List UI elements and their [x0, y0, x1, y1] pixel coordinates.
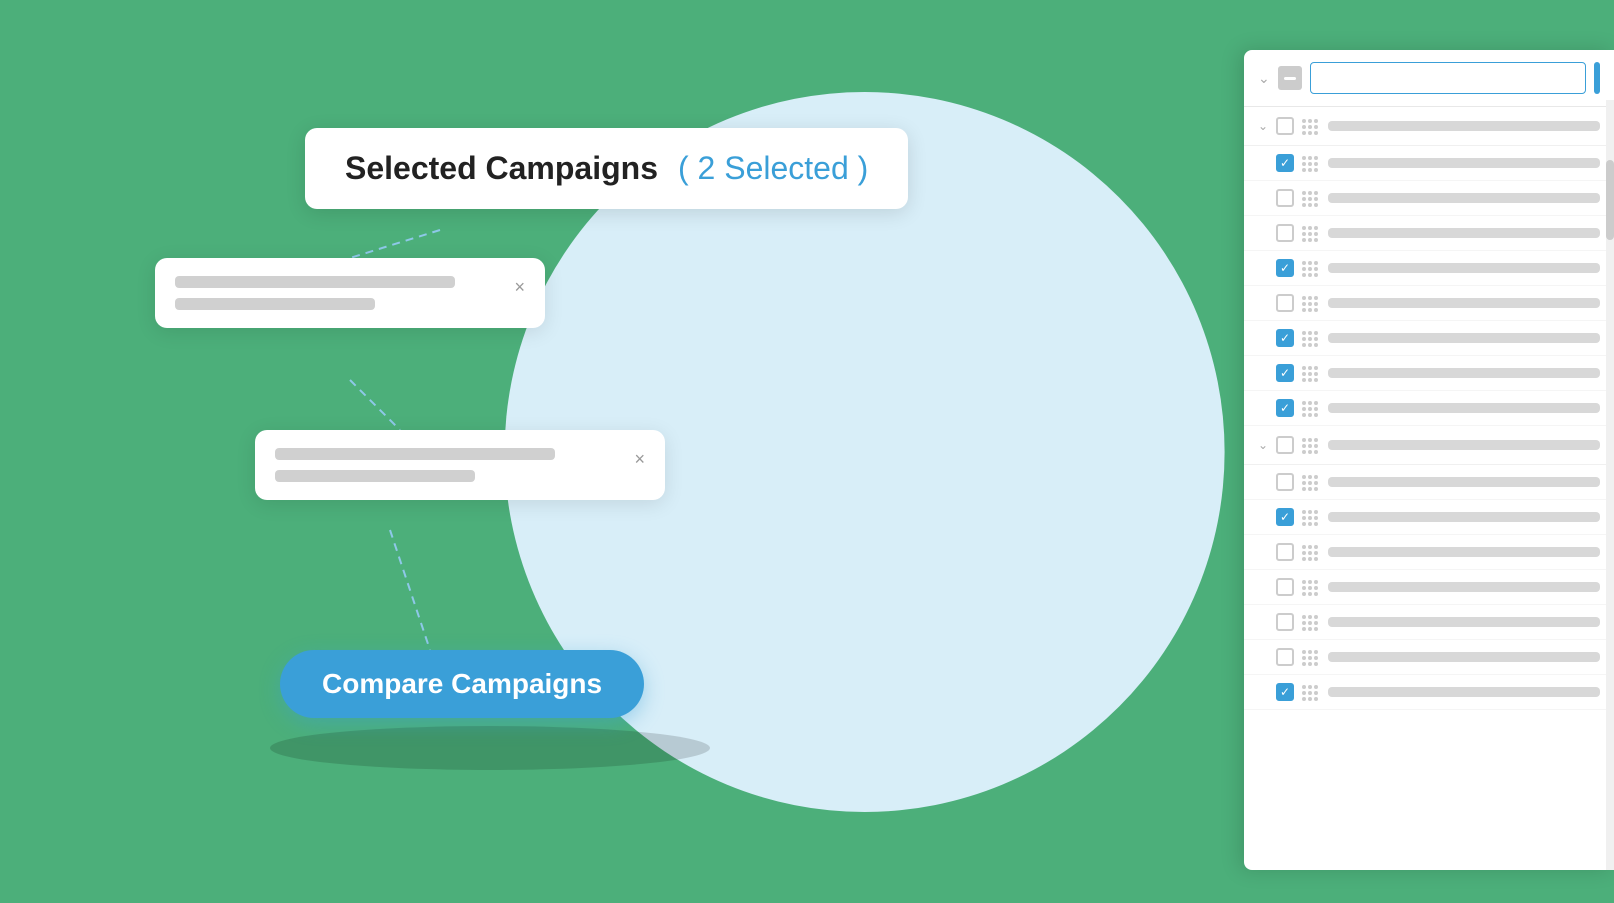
table-row	[1244, 465, 1614, 500]
row-text	[1328, 298, 1600, 308]
panel-header: ⌄	[1244, 50, 1614, 107]
row-checkbox[interactable]	[1276, 578, 1294, 596]
table-row	[1244, 286, 1614, 321]
card-1-line-1	[175, 276, 455, 288]
row-drag-icon	[1302, 580, 1320, 594]
panel-chevron-icon[interactable]: ⌄	[1258, 70, 1270, 87]
row-drag-icon	[1302, 650, 1320, 664]
card-1-close-button[interactable]: ×	[514, 278, 525, 296]
row-checkbox[interactable]	[1276, 364, 1294, 382]
panel-minus-icon[interactable]	[1278, 66, 1302, 90]
table-row	[1244, 535, 1614, 570]
card-2-line-1	[275, 448, 555, 460]
table-row	[1244, 640, 1614, 675]
row-drag-icon	[1302, 510, 1320, 524]
selected-campaigns-count: ( 2 Selected )	[678, 150, 868, 187]
row-drag-icon	[1302, 685, 1320, 699]
group-1-text	[1328, 121, 1600, 131]
table-row	[1244, 570, 1614, 605]
group-1-chevron-icon[interactable]: ⌄	[1258, 119, 1268, 133]
table-row	[1244, 391, 1614, 426]
group-1-header: ⌄	[1244, 107, 1614, 146]
row-text	[1328, 193, 1600, 203]
row-drag-icon	[1302, 226, 1320, 240]
row-drag-icon	[1302, 615, 1320, 629]
table-row	[1244, 181, 1614, 216]
table-row	[1244, 251, 1614, 286]
row-checkbox[interactable]	[1276, 189, 1294, 207]
row-drag-icon	[1302, 191, 1320, 205]
row-drag-icon	[1302, 156, 1320, 170]
row-drag-icon	[1302, 545, 1320, 559]
table-row	[1244, 146, 1614, 181]
row-text	[1328, 403, 1600, 413]
group-2-text	[1328, 440, 1600, 450]
row-text	[1328, 512, 1600, 522]
content-area: Selected Campaigns ( 2 Selected ) × × Co…	[0, 0, 1614, 903]
row-checkbox[interactable]	[1276, 224, 1294, 242]
row-checkbox[interactable]	[1276, 613, 1294, 631]
row-drag-icon	[1302, 296, 1320, 310]
group-1-drag-icon	[1302, 119, 1320, 133]
group-2-chevron-icon[interactable]: ⌄	[1258, 438, 1268, 452]
row-text	[1328, 547, 1600, 557]
card-2-close-button[interactable]: ×	[634, 450, 645, 468]
row-text	[1328, 333, 1600, 343]
row-text	[1328, 582, 1600, 592]
row-checkbox[interactable]	[1276, 154, 1294, 172]
table-row	[1244, 356, 1614, 391]
selected-campaigns-tooltip: Selected Campaigns ( 2 Selected )	[305, 128, 908, 209]
row-checkbox[interactable]	[1276, 473, 1294, 491]
group-2-checkbox[interactable]	[1276, 436, 1294, 454]
row-checkbox[interactable]	[1276, 294, 1294, 312]
row-text	[1328, 228, 1600, 238]
row-drag-icon	[1302, 401, 1320, 415]
card-2-line-2	[275, 470, 475, 482]
table-panel: ⌄ ⌄	[1244, 50, 1614, 870]
row-checkbox[interactable]	[1276, 259, 1294, 277]
scrollbar-thumb[interactable]	[1606, 160, 1614, 240]
row-text	[1328, 687, 1600, 697]
scroll-indicator	[1594, 62, 1600, 94]
card-1-lines	[175, 276, 455, 310]
search-input[interactable]	[1310, 62, 1586, 94]
table-row	[1244, 216, 1614, 251]
table-row	[1244, 675, 1614, 710]
compare-campaigns-button[interactable]: Compare Campaigns	[280, 650, 644, 718]
row-drag-icon	[1302, 366, 1320, 380]
selected-campaigns-title: Selected Campaigns	[345, 150, 658, 187]
scene: Selected Campaigns ( 2 Selected ) × × Co…	[0, 0, 1614, 903]
campaign-card-2: ×	[255, 430, 665, 500]
row-drag-icon	[1302, 261, 1320, 275]
card-2-lines	[275, 448, 555, 482]
table-row	[1244, 605, 1614, 640]
row-text	[1328, 158, 1600, 168]
group-1-checkbox[interactable]	[1276, 117, 1294, 135]
table-row	[1244, 321, 1614, 356]
row-text	[1328, 263, 1600, 273]
row-text	[1328, 477, 1600, 487]
group-2-header: ⌄	[1244, 426, 1614, 465]
row-checkbox[interactable]	[1276, 399, 1294, 417]
row-text	[1328, 617, 1600, 627]
row-checkbox[interactable]	[1276, 508, 1294, 526]
row-checkbox[interactable]	[1276, 543, 1294, 561]
scrollbar-track	[1606, 100, 1614, 870]
row-drag-icon	[1302, 331, 1320, 345]
row-drag-icon	[1302, 475, 1320, 489]
row-checkbox[interactable]	[1276, 648, 1294, 666]
row-text	[1328, 652, 1600, 662]
table-row	[1244, 500, 1614, 535]
row-checkbox[interactable]	[1276, 329, 1294, 347]
row-text	[1328, 368, 1600, 378]
campaign-card-1: ×	[155, 258, 545, 328]
row-checkbox[interactable]	[1276, 683, 1294, 701]
group-2-drag-icon	[1302, 438, 1320, 452]
card-1-line-2	[175, 298, 375, 310]
